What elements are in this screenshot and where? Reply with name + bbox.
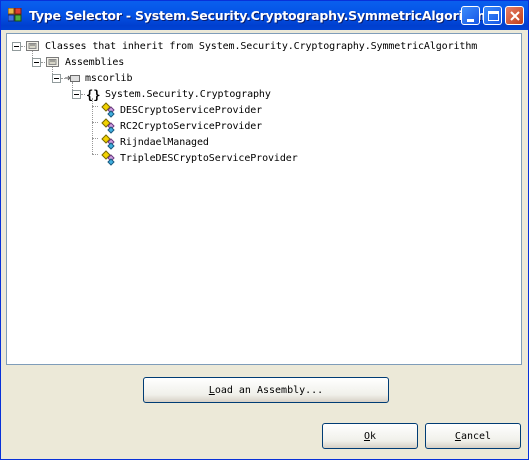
tree-node-class[interactable]: DESCryptoServiceProvider bbox=[100, 102, 262, 118]
tree-node-class[interactable]: RC2CryptoServiceProvider bbox=[100, 118, 262, 134]
tree-node-class[interactable]: RijndaelManaged bbox=[100, 134, 209, 150]
tree-node-label: DESCryptoServiceProvider bbox=[120, 104, 263, 116]
tree-root-label: Classes that inherit from System.Securit… bbox=[45, 40, 478, 52]
close-button[interactable] bbox=[505, 6, 524, 25]
assemblies-folder-icon bbox=[46, 57, 59, 67]
class-icon bbox=[101, 102, 115, 118]
load-label: oad an Assembly... bbox=[214, 384, 324, 396]
class-icon bbox=[101, 134, 115, 150]
type-selector-window: Type Selector - System.Security.Cryptogr… bbox=[0, 0, 529, 460]
collapse-toggle[interactable] bbox=[12, 41, 21, 51]
tree-connector bbox=[92, 122, 98, 123]
ok-button[interactable]: Ok bbox=[322, 423, 418, 449]
svg-text:{}: {} bbox=[86, 88, 100, 102]
title-bar[interactable]: Type Selector - System.Security.Cryptogr… bbox=[1, 1, 528, 30]
tree-node-label: TripleDESCryptoServiceProvider bbox=[120, 152, 298, 164]
tree-node-label: mscorlib bbox=[85, 72, 133, 84]
tree-connector bbox=[92, 106, 98, 107]
minimize-button[interactable] bbox=[461, 6, 480, 25]
maximize-icon bbox=[488, 11, 499, 21]
tree-node-namespace[interactable]: {} System.Security.Cryptography bbox=[72, 86, 271, 102]
folder-icon bbox=[26, 41, 39, 51]
ok-label: k bbox=[370, 430, 377, 442]
tree-connector bbox=[92, 154, 98, 155]
app-icon bbox=[8, 8, 22, 22]
maximize-button[interactable] bbox=[483, 6, 502, 25]
tree-node-class[interactable]: TripleDESCryptoServiceProvider bbox=[100, 150, 298, 166]
collapse-toggle[interactable] bbox=[72, 89, 81, 99]
class-icon bbox=[101, 118, 115, 134]
tree-node-label: System.Security.Cryptography bbox=[105, 88, 271, 100]
minimize-icon bbox=[467, 19, 474, 22]
tree-node-label: RC2CryptoServiceProvider bbox=[120, 120, 263, 132]
tree-node-label: RijndaelManaged bbox=[120, 136, 209, 148]
class-icon bbox=[101, 150, 115, 166]
type-tree[interactable]: Classes that inherit from System.Securit… bbox=[6, 33, 522, 365]
tree-root-node[interactable]: Classes that inherit from System.Securit… bbox=[12, 38, 477, 54]
close-icon bbox=[510, 11, 520, 21]
tree-connector bbox=[92, 138, 98, 139]
collapse-toggle[interactable] bbox=[32, 57, 41, 67]
cancel-button[interactable]: Cancel bbox=[425, 423, 521, 449]
cancel-label: ancel bbox=[460, 430, 492, 442]
tree-node-mscorlib[interactable]: mscorlib bbox=[52, 70, 132, 86]
load-assembly-button[interactable]: Load an Assembly... bbox=[143, 377, 389, 403]
tree-node-label: Assemblies bbox=[65, 56, 125, 68]
namespace-icon: {} bbox=[86, 88, 100, 102]
assembly-icon bbox=[65, 75, 80, 82]
tree-node-assemblies[interactable]: Assemblies bbox=[32, 54, 124, 70]
window-title: Type Selector - System.Security.Cryptogr… bbox=[29, 8, 490, 23]
collapse-toggle[interactable] bbox=[52, 73, 61, 83]
